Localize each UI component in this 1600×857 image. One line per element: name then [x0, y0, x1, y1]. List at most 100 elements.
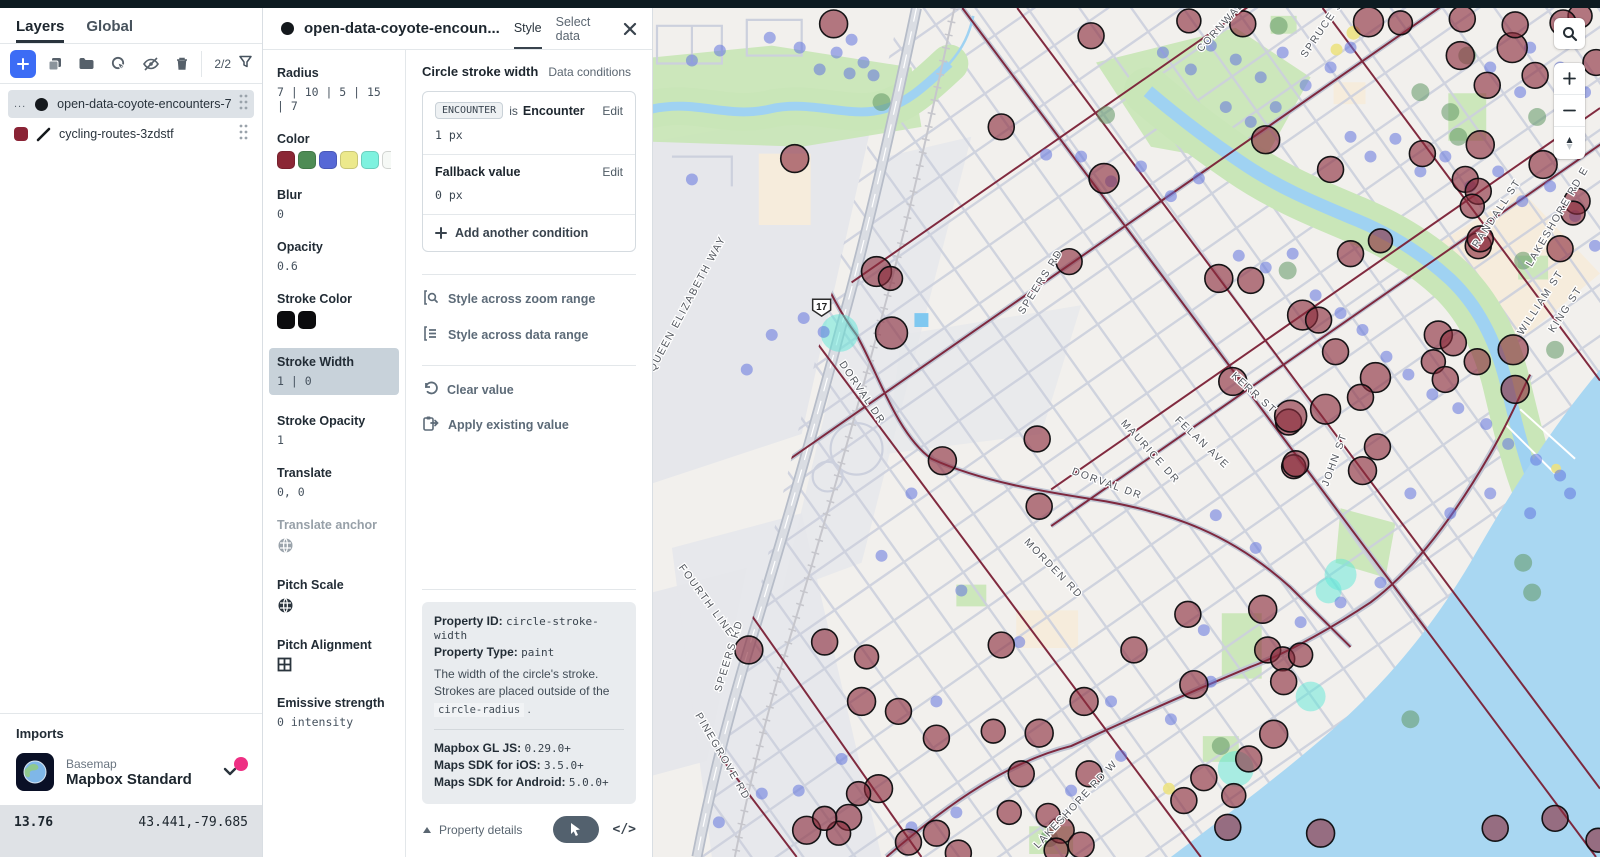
- encounter-marker[interactable]: [1215, 814, 1241, 840]
- map-search-button[interactable]: [1554, 18, 1585, 49]
- property-translate[interactable]: Translate0, 0: [277, 466, 391, 499]
- encounter-marker[interactable]: [1354, 8, 1384, 37]
- property-pitch-scale[interactable]: Pitch Scale: [277, 578, 391, 619]
- encounter-marker[interactable]: [1068, 832, 1094, 857]
- encounter-marker[interactable]: [1252, 126, 1280, 154]
- encounter-marker[interactable]: [1070, 688, 1098, 716]
- encounter-marker[interactable]: [1547, 236, 1573, 262]
- encounter-marker[interactable]: [1432, 367, 1458, 393]
- property-details-toggle[interactable]: Property details: [422, 823, 522, 837]
- property-stroke-width[interactable]: Stroke Width1 | 0: [269, 348, 399, 395]
- close-icon[interactable]: [622, 21, 638, 37]
- encounter-marker[interactable]: [1089, 164, 1119, 194]
- color-swatch[interactable]: [298, 311, 316, 329]
- encounter-marker[interactable]: [1388, 11, 1412, 35]
- action-apply[interactable]: Apply existing value: [422, 415, 636, 435]
- encounter-marker[interactable]: [1025, 719, 1053, 747]
- encounter-marker[interactable]: [1522, 62, 1548, 88]
- basemap-import-item[interactable]: Basemap Mapbox Standard: [16, 753, 246, 791]
- encounter-marker[interactable]: [1026, 493, 1052, 519]
- encounter-marker[interactable]: [1238, 268, 1264, 294]
- encounter-marker[interactable]: [1474, 72, 1500, 98]
- drag-handle-icon[interactable]: [238, 94, 248, 115]
- encounter-marker[interactable]: [1311, 394, 1341, 424]
- encounter-marker[interactable]: [1275, 400, 1307, 432]
- encounter-marker[interactable]: [1306, 307, 1332, 333]
- encounter-marker[interactable]: [1171, 788, 1197, 814]
- encounter-marker[interactable]: [1180, 671, 1208, 699]
- encounter-marker[interactable]: [1323, 339, 1349, 365]
- add-layer-button[interactable]: [10, 50, 36, 78]
- property-opacity[interactable]: Opacity0.6: [277, 240, 391, 273]
- encounter-marker[interactable]: [1529, 151, 1557, 179]
- hide-layer-button[interactable]: [138, 50, 164, 78]
- select-feature-button[interactable]: [106, 50, 132, 78]
- action-undo[interactable]: Clear value: [422, 380, 636, 399]
- map-canvas[interactable]: QUEEN ELIZABETH WAYDORVAL DRSPEERS RDSPE…: [652, 8, 1600, 857]
- tab-layers[interactable]: Layers: [16, 18, 64, 43]
- encounter-marker[interactable]: [879, 267, 903, 291]
- property-stroke-color[interactable]: Stroke Color: [277, 292, 391, 329]
- edit-link[interactable]: Edit: [602, 165, 623, 179]
- encounter-marker[interactable]: [988, 632, 1014, 658]
- encounter-marker[interactable]: [1498, 335, 1528, 365]
- property-stroke-opacity[interactable]: Stroke Opacity1: [277, 414, 391, 447]
- edit-link[interactable]: Edit: [602, 104, 623, 118]
- tab-global[interactable]: Global: [86, 18, 133, 43]
- encounter-marker[interactable]: [988, 114, 1014, 140]
- action-zoom-style[interactable]: Style across zoom range: [422, 289, 636, 309]
- encounter-marker[interactable]: [1338, 241, 1364, 267]
- tab-select-data[interactable]: Select data: [556, 3, 608, 55]
- layer-row[interactable]: ...open-data-coyote-encounters-7lx...: [8, 90, 254, 118]
- encounter-marker[interactable]: [923, 820, 949, 846]
- property-pitch-alignment[interactable]: Pitch Alignment: [277, 638, 391, 677]
- encounter-marker[interactable]: [812, 629, 838, 655]
- delete-layer-button[interactable]: [169, 50, 195, 78]
- encounter-marker[interactable]: [1501, 376, 1529, 404]
- encounter-marker[interactable]: [1191, 765, 1217, 791]
- encounter-marker[interactable]: [1542, 805, 1568, 831]
- add-condition-button[interactable]: Add another condition: [423, 215, 635, 251]
- encounter-marker[interactable]: [1348, 384, 1374, 410]
- encounter-marker[interactable]: [1236, 746, 1262, 772]
- encounter-marker[interactable]: [1409, 141, 1435, 167]
- color-swatch[interactable]: [382, 151, 391, 169]
- cursor-mode-button[interactable]: [553, 816, 599, 843]
- encounter-marker[interactable]: [1121, 637, 1147, 663]
- encounter-marker[interactable]: [928, 447, 956, 475]
- code-view-button[interactable]: </>: [613, 822, 636, 837]
- encounter-marker[interactable]: [1307, 819, 1335, 847]
- color-swatch[interactable]: [277, 311, 295, 329]
- encounter-marker[interactable]: [1460, 194, 1484, 218]
- encounter-marker[interactable]: [876, 317, 908, 349]
- color-swatch[interactable]: [340, 151, 358, 169]
- encounter-marker[interactable]: [1466, 131, 1494, 159]
- color-swatch[interactable]: [319, 151, 337, 169]
- encounter-marker[interactable]: [923, 725, 949, 751]
- encounter-marker[interactable]: [1205, 265, 1233, 293]
- encounter-marker[interactable]: [1177, 9, 1201, 33]
- color-swatch[interactable]: [361, 151, 379, 169]
- encounter-marker[interactable]: [1175, 601, 1201, 627]
- compass-button[interactable]: [1554, 127, 1585, 159]
- property-color[interactable]: Color: [277, 132, 391, 169]
- encounter-marker[interactable]: [1364, 434, 1390, 460]
- encounter-marker[interactable]: [1464, 349, 1490, 375]
- encounter-marker[interactable]: [1222, 784, 1246, 808]
- encounter-marker[interactable]: [1502, 12, 1528, 38]
- encounter-marker[interactable]: [1078, 23, 1104, 49]
- zoom-in-button[interactable]: [1554, 63, 1585, 95]
- encounter-marker[interactable]: [1482, 815, 1508, 841]
- encounter-marker[interactable]: [895, 829, 921, 855]
- property-radius[interactable]: Radius7 | 10 | 5 | 15 | 7: [277, 66, 391, 113]
- encounter-marker[interactable]: [1283, 451, 1309, 477]
- encounter-marker[interactable]: [1349, 457, 1377, 485]
- encounter-marker[interactable]: [848, 688, 876, 716]
- encounter-marker[interactable]: [1249, 595, 1277, 623]
- encounter-marker[interactable]: [997, 801, 1021, 825]
- encounter-marker[interactable]: [820, 10, 848, 38]
- drag-handle-icon[interactable]: [238, 124, 248, 145]
- encounter-marker[interactable]: [1446, 42, 1474, 70]
- tab-style[interactable]: Style: [514, 9, 542, 49]
- encounter-marker[interactable]: [981, 719, 1005, 743]
